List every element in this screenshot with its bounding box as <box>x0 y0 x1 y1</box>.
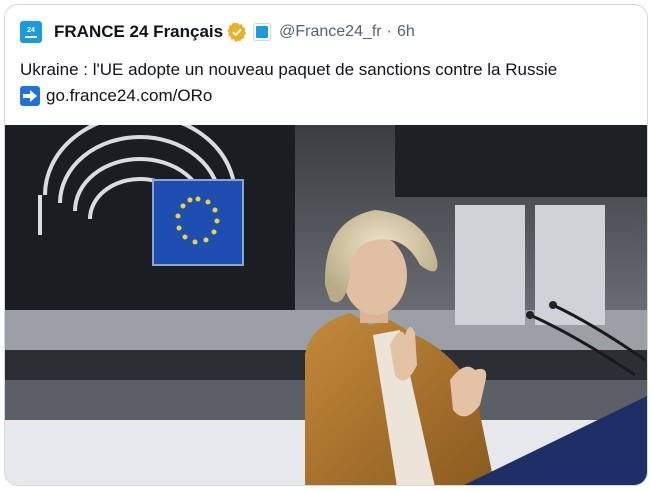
account-name[interactable]: FRANCE 24 Français <box>54 22 223 42</box>
verified-badge-icon[interactable] <box>227 22 247 42</box>
account-handle[interactable]: @France24_fr <box>279 23 382 41</box>
avatar-line <box>25 35 37 38</box>
tweet-link-line: go.france24.com/ORo <box>20 83 640 109</box>
tweet-photo[interactable] <box>5 125 647 485</box>
tweet-link[interactable]: go.france24.com/ORo <box>46 83 212 109</box>
tweet-text: Ukraine : l'UE adopte un nouveau paquet … <box>20 57 640 109</box>
right-arrow-icon <box>20 86 40 106</box>
avatar[interactable]: 24 <box>20 21 42 43</box>
photo-image <box>5 125 647 485</box>
tweet-body: Ukraine : l'UE adopte un nouveau paquet … <box>20 60 558 79</box>
separator-dot: · <box>386 23 392 40</box>
tweet-header: 24 FRANCE 24 Français @France24_fr · 6h <box>20 18 415 46</box>
tweet-time[interactable]: 6h <box>397 23 415 41</box>
affiliation-badge-icon[interactable] <box>253 23 272 41</box>
avatar-badge: 24 <box>27 26 35 34</box>
tweet-card[interactable]: 24 FRANCE 24 Français @France24_fr · 6h … <box>4 4 648 486</box>
